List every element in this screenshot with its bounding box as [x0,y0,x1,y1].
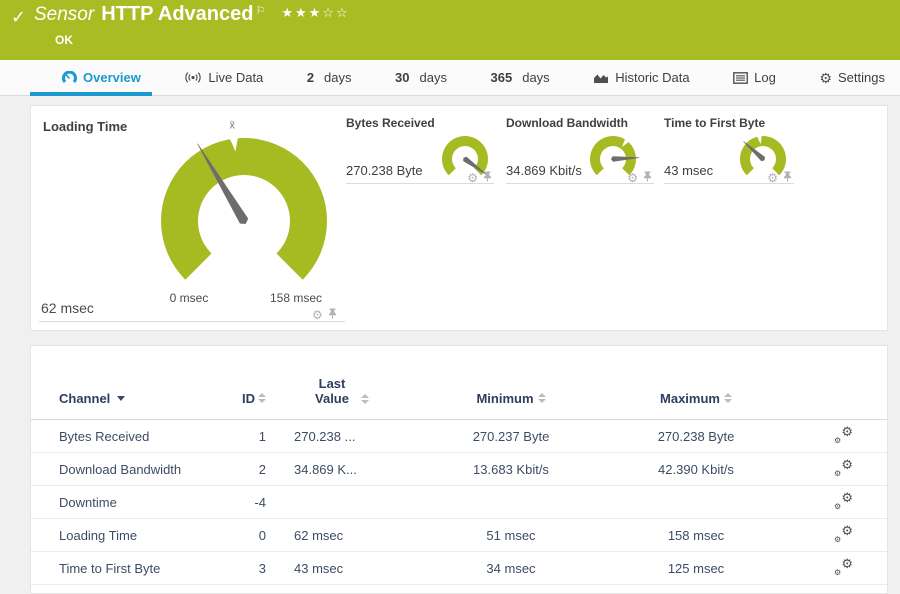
log-icon [733,71,749,84]
tab-30-days[interactable]: 30 days [395,70,447,85]
column-header-maximum[interactable]: Maximum [586,391,806,406]
column-header-id[interactable]: ID [219,391,266,406]
channel-settings-icon[interactable]: ⚙ ⚙ [834,458,853,478]
gauges-panel: Loading Time x̄ 0 msec 158 msec 62 msec … [30,105,888,331]
table-row: Time to First Byte 3 43 msec 34 msec 125… [31,552,887,585]
sort-icon[interactable] [537,392,546,405]
channel-table-panel: Channel ID Last Value Minimum Maximum By… [30,345,888,594]
channel-settings-icon[interactable]: ⚙ ⚙ [834,425,853,445]
bytes-received-value: 270.238 Byte [346,163,423,178]
tab-2-days[interactable]: 2 days [307,70,352,85]
gauge-title-bytes-received: Bytes Received [346,116,435,130]
column-header-minimum[interactable]: Minimum [436,391,586,406]
tab-live-data[interactable]: Live Data [184,70,263,85]
tab-label: Log [754,70,776,85]
ok-check-icon: ✓ [11,7,27,27]
channel-settings-icon[interactable]: ⚙ ⚙ [834,524,853,544]
loading-time-value: 62 msec [41,300,94,316]
pin-icon[interactable] [483,169,492,187]
tab-settings[interactable]: ⚙ Settings [819,70,885,85]
column-header-channel[interactable]: Channel [59,391,219,406]
time-to-first-byte-value: 43 msec [664,163,714,178]
gauge-settings-gear-icon[interactable]: ⚙ [467,172,478,184]
channel-settings-icon[interactable]: ⚙ ⚙ [834,557,853,577]
sensor-status-bar: ✓ Sensor HTTP Advanced ⚐ ★★★☆☆ OK [0,0,900,60]
gauge-scale-min: 0 msec [169,291,209,305]
sort-icon[interactable] [361,394,369,406]
sensor-type-label: Sensor [34,4,95,25]
gauge-title-download-bandwidth: Download Bandwidth [506,116,628,130]
svg-text:x̄: x̄ [230,120,236,132]
priority-stars[interactable]: ★★★☆☆ [281,5,349,20]
gauge-settings-gear-icon[interactable]: ⚙ [627,172,638,184]
divider [39,321,345,322]
pin-icon[interactable] [643,169,652,187]
channel-settings-icon[interactable]: ⚙ ⚙ [834,491,853,511]
sort-icon[interactable] [723,392,732,405]
loading-time-gauge: x̄ [139,117,349,307]
tab-label: Settings [837,70,885,85]
gauge-settings-gear-icon[interactable]: ⚙ [312,309,323,321]
table-row: Download Bandwidth 2 34.869 K... 13.683 … [31,453,887,486]
gauge-settings-gear-icon[interactable]: ⚙ [767,172,778,184]
table-row: Downtime -4 ⚙ ⚙ [31,486,887,519]
gauge-title-loading-time: Loading Time [43,119,128,134]
gauge-scale-max: 158 msec [269,291,323,305]
chevron-down-icon [117,396,126,401]
gauge-cell-time-to-first-byte: Time to First Byte 43 msec ⚙ [664,114,794,194]
gauge-icon [62,71,77,84]
tab-label: Historic Data [615,70,690,85]
gauge-cell-download-bandwidth: Download Bandwidth 34.869 Kbit/s ⚙ [506,114,654,194]
pin-icon[interactable] [783,169,792,187]
gauge-title-time-to-first-byte: Time to First Byte [664,116,766,130]
channel-table-header: Channel ID Last Value Minimum Maximum [31,346,887,420]
area-chart-icon [593,72,609,84]
tab-historic-data[interactable]: Historic Data [593,70,690,85]
tab-bar: Overview Live Data 2 days 30 days 365 days … [0,60,900,96]
download-bandwidth-value: 34.869 Kbit/s [506,163,582,178]
pin-icon[interactable] [328,306,337,324]
flag-icon[interactable]: ⚐ [255,5,265,17]
live-icon [184,71,202,84]
active-tab-underline [30,92,152,96]
gauge-cell-bytes-received: Bytes Received 270.238 Byte ⚙ [346,114,494,194]
page-title: HTTP Advanced [101,3,254,25]
sort-icon[interactable] [258,392,266,405]
tab-365-days[interactable]: 365 days [491,70,550,85]
status-badge: OK [55,33,73,47]
tab-label: Live Data [208,70,264,85]
gear-icon: ⚙ [819,69,832,86]
tab-label: Overview [83,70,141,85]
prtg-sensor-page: ✓ Sensor HTTP Advanced ⚐ ★★★☆☆ OK Overview … [0,0,900,594]
table-row: Bytes Received 1 270.238 ... 270.237 Byt… [31,420,887,453]
column-header-last-value[interactable]: Last Value [294,376,436,406]
tab-overview[interactable]: Overview [62,70,141,85]
table-row: Loading Time 0 62 msec 51 msec 158 msec … [31,519,887,552]
tab-log[interactable]: Log [733,70,776,85]
